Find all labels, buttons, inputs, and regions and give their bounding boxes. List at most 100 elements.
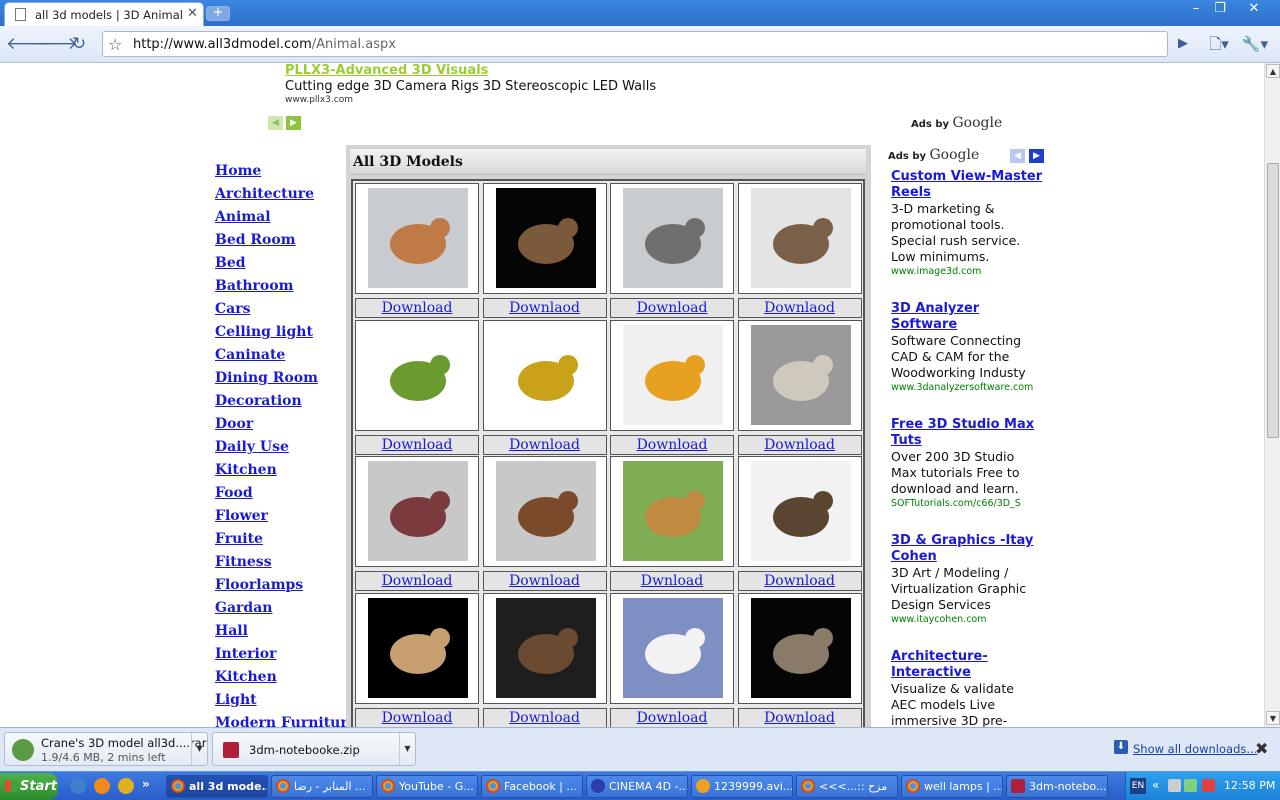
download-link[interactable]: Download <box>355 434 479 455</box>
download-link[interactable]: Download <box>610 434 734 455</box>
side-ad-next-icon[interactable]: ▶ <box>1029 149 1044 163</box>
minimize-icon[interactable]: – <box>1184 1 1208 17</box>
go-icon[interactable]: ▶ <box>1171 32 1195 56</box>
model-image-frame[interactable] <box>482 592 607 704</box>
download-link[interactable]: Download <box>737 707 862 727</box>
taskbar-window[interactable]: 3dm-notebo... <box>1006 775 1108 798</box>
tray-app-icon[interactable] <box>1168 779 1181 792</box>
taskbar-window[interactable]: المنابر - رضا ... <box>271 775 373 798</box>
download-link[interactable]: Downlaod <box>737 298 862 318</box>
side-ad-title[interactable]: Free 3D Studio Max Tuts <box>891 417 1043 449</box>
forward-icon[interactable]: 🡒 <box>32 32 78 56</box>
model-thumbnail[interactable] <box>495 324 596 425</box>
model-thumbnail[interactable] <box>368 188 468 288</box>
taskbar-window[interactable]: all 3d mode... <box>166 775 268 798</box>
ad-prev-icon[interactable]: ◀ <box>268 116 283 130</box>
taskbar-window[interactable]: well lamps | ... <box>901 775 1003 798</box>
download-link[interactable]: Downlaod <box>482 298 607 318</box>
restore-icon[interactable]: ❐ <box>1208 1 1232 17</box>
taskbar-window[interactable]: YouTube - G... <box>376 775 478 798</box>
nav-link[interactable]: Gardan <box>215 600 357 623</box>
download-link[interactable]: Download <box>482 434 607 455</box>
nav-link[interactable]: Floorlamps <box>215 577 357 600</box>
nav-link[interactable]: Kitchen <box>215 669 357 692</box>
model-thumbnail[interactable] <box>368 597 468 698</box>
model-image-frame[interactable] <box>482 319 607 431</box>
model-thumbnail[interactable] <box>623 324 723 425</box>
new-tab-button[interactable]: + <box>206 6 230 21</box>
nav-link[interactable]: Bed Room <box>215 232 357 255</box>
quicklaunch-more-icon[interactable]: » <box>142 777 150 791</box>
model-image-frame[interactable] <box>737 319 862 431</box>
model-image-frame[interactable] <box>610 456 734 567</box>
model-thumbnail[interactable] <box>623 461 723 561</box>
side-ad-url[interactable]: www.image3d.com <box>891 265 1043 279</box>
model-thumbnail[interactable] <box>368 324 468 425</box>
show-all-downloads-link[interactable]: Show all downloads... <box>1133 742 1257 756</box>
download-link[interactable]: Download <box>355 707 479 727</box>
nav-link[interactable]: Flower <box>215 508 357 531</box>
taskbar-window[interactable]: 1239999.avi... <box>691 775 793 798</box>
nav-link[interactable]: Kitchen <box>215 462 357 485</box>
model-image-frame[interactable] <box>482 183 607 294</box>
nav-link[interactable]: Door <box>215 416 357 439</box>
download-item[interactable]: 3dm-notebooke.zip ▼ <box>212 732 416 766</box>
model-thumbnail[interactable] <box>495 461 596 561</box>
side-ad-url[interactable]: SOFTutorials.com/c66/3D_S <box>891 497 1043 511</box>
nav-link[interactable]: Animal <box>215 209 357 232</box>
taskbar-window[interactable]: <<<...:: مزح <box>796 775 898 798</box>
back-icon[interactable]: 🡐 <box>6 32 52 56</box>
nav-link[interactable]: Food <box>215 485 357 508</box>
model-thumbnail[interactable] <box>750 461 851 561</box>
model-thumbnail[interactable] <box>495 188 596 288</box>
side-ad-url[interactable]: www.itaycohen.com <box>891 613 1043 627</box>
model-image-frame[interactable] <box>355 456 479 567</box>
browser-tab[interactable]: all 3d models | 3D Animal | ... ✕ <box>4 2 204 26</box>
model-thumbnail[interactable] <box>750 597 851 698</box>
bookmark-star-icon[interactable]: ☆ <box>108 35 122 54</box>
side-ad-title[interactable]: Custom View-Master Reels <box>891 169 1043 201</box>
tray-alert-icon[interactable] <box>1202 779 1215 792</box>
scroll-up-icon[interactable]: ▲ <box>1266 64 1280 78</box>
download-menu-icon[interactable]: ▼ <box>399 733 415 765</box>
download-menu-icon[interactable]: ▼ <box>191 733 207 765</box>
taskbar-window[interactable]: Facebook | ... <box>481 775 583 798</box>
nav-link[interactable]: Interior <box>215 646 357 669</box>
nav-link[interactable]: Bathroom <box>215 278 357 301</box>
page-menu-icon[interactable]: 🗋▾ <box>1205 32 1233 56</box>
nav-link[interactable]: Fruite <box>215 531 357 554</box>
download-link[interactable]: Download <box>355 571 479 591</box>
model-image-frame[interactable] <box>355 592 479 704</box>
nav-link[interactable]: Bed <box>215 255 357 278</box>
download-link[interactable]: Download <box>610 298 734 318</box>
model-thumbnail[interactable] <box>750 188 851 288</box>
download-link[interactable]: Dwnload <box>610 571 734 591</box>
download-link[interactable]: Download <box>610 707 734 727</box>
tray-network-icon[interactable] <box>1184 779 1197 792</box>
language-indicator[interactable]: EN <box>1130 778 1146 794</box>
model-image-frame[interactable] <box>610 319 734 431</box>
model-thumbnail[interactable] <box>623 188 723 288</box>
top-ad-title[interactable]: PLLX3-Advanced 3D Visuals <box>285 63 656 78</box>
wrench-menu-icon[interactable]: 🔧▾ <box>1240 32 1270 56</box>
download-link[interactable]: Download <box>737 434 862 455</box>
nav-link[interactable]: Celling light <box>215 324 357 347</box>
nav-link[interactable]: Modern Furniture <box>215 715 357 727</box>
side-ad-url[interactable]: www.3danalyzersoftware.com <box>891 381 1043 395</box>
tab-close-icon[interactable]: ✕ <box>187 6 198 21</box>
model-thumbnail[interactable] <box>750 324 851 425</box>
nav-link[interactable]: Daily Use <box>215 439 357 462</box>
model-thumbnail[interactable] <box>368 461 468 561</box>
nav-link[interactable]: Caninate <box>215 347 357 370</box>
nav-link[interactable]: Home <box>215 163 357 186</box>
side-ad-title[interactable]: 3D Analyzer Software <box>891 301 1043 333</box>
ad-next-icon[interactable]: ▶ <box>286 116 301 130</box>
nav-link[interactable]: Decoration <box>215 393 357 416</box>
side-ad-title[interactable]: Architecture-Interactive <box>891 649 1043 681</box>
model-image-frame[interactable] <box>355 319 479 431</box>
model-thumbnail[interactable] <box>623 597 723 698</box>
download-link[interactable]: Download <box>482 707 607 727</box>
top-ad-url[interactable]: www.pllx3.com <box>285 95 656 105</box>
nav-link[interactable]: Cars <box>215 301 357 324</box>
scroll-down-icon[interactable]: ▼ <box>1266 711 1280 725</box>
